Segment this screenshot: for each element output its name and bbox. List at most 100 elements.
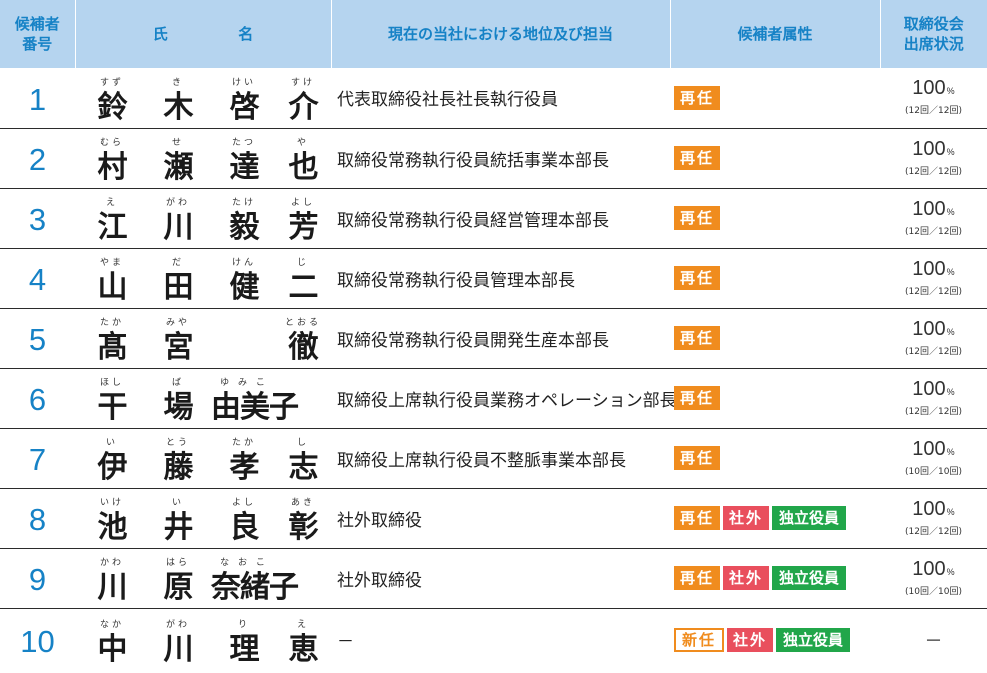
name-part: とう 藤 [145,438,211,487]
name-kanji: 宮 [163,330,194,365]
name-kanji: 也 [288,150,319,185]
attribute-badge: 再任 [674,206,721,230]
attribute-badge: 独立役員 [776,627,851,652]
name-part: かわ 川 [79,558,145,607]
name-part: や 也 [277,138,329,187]
candidate-number: 8 [28,502,47,537]
candidate-position: 取締役常務執行役員経営管理本部長 [337,210,609,231]
candidate-name: ほし 干 ば 場 ゆ み こ 由美子 [75,368,331,428]
name-ruby: せ [171,138,184,148]
table-row: 8 いけ 池 い 井 よし 良 あき 彰 社外取締役 再任 社外 独立役員 100%… [0,488,987,548]
name-ruby: し [296,438,309,448]
attendance-percent: 100 [912,317,946,340]
name-kanji: 理 [229,631,260,667]
candidate-position: 取締役常務執行役員開発生産本部長 [337,330,609,351]
attendance-rate: 100% [880,498,987,523]
name-part: がわ 川 [145,198,211,247]
header-name-family: 氏 [152,25,168,43]
name-ruby: すけ [290,77,315,88]
name-ruby: むら [99,138,124,148]
name-part: たか 孝 [211,438,277,487]
attendance-unit: % [946,266,955,277]
name-part [211,356,277,367]
name-ruby: すず [99,77,124,88]
name-part: え 恵 [277,620,329,669]
name-ruby: ば [171,378,184,388]
attendance-percent: 100 [912,377,946,400]
candidate-attributes: 再任 社外 独立役員 [670,488,880,548]
name-part [277,596,329,607]
name-part: い 井 [145,498,211,547]
attendance-percent: 100 [912,77,946,100]
table-row: 5 たか 髙 みや 宮 とおる 徹 取締役常務執行役員開発生産本部長 再任 10… [0,308,987,368]
attendance-detail: (12回／12回) [905,406,962,417]
name-ruby: じ [296,258,309,268]
name-ruby [277,596,329,607]
name-kanji: 彰 [288,510,319,545]
name-ruby: とおる [284,318,321,328]
name-kanji: 田 [163,270,194,305]
candidate-position: － [337,632,354,653]
attendance-dash: － [924,630,943,652]
name-kanji: 二 [288,270,319,305]
name-ruby: たつ [231,138,256,148]
name-kanji: 恵 [288,631,319,667]
name-part: いけ 池 [79,498,145,547]
attendance-rate: 100% [880,138,987,163]
attendance-percent: 100 [912,557,946,580]
table-row: 1 すず 鈴 き 木 けい 啓 すけ 介 代表取締役社長社長執行役員 再任 10… [0,68,987,128]
attendance-detail: (12回／12回) [905,526,962,537]
attendance-detail: (12回／12回) [905,346,962,357]
attribute-badge: 社外 [723,506,770,530]
name-part: すけ 介 [277,78,329,127]
name-kanji: 江 [97,210,128,245]
candidate-attributes: 再任 [670,308,880,368]
candidate-attendance: 100% (12回／12回) [880,128,987,188]
attribute-badge: 独立役員 [772,506,847,530]
name-ruby: なか [99,619,124,630]
name-ruby: たか [231,438,256,448]
attendance-percent: 100 [912,497,946,520]
name-kanji: 志 [288,450,319,485]
candidate-number: 5 [28,322,47,357]
name-kanji: 井 [163,510,194,545]
table-header: 候補者 番号 氏 名 現在の当社における地位及び担当 候補者属性 取締役会 出席… [0,0,987,68]
name-ruby: やま [99,258,124,268]
table-row: 3 え 江 がわ 川 たけ 毅 よし 芳 取締役常務執行役員経営管理本部長 再任… [0,188,987,248]
name-part: よし 良 [211,498,277,547]
name-kanji: 川 [97,570,128,605]
candidate-attributes: 再任 [670,128,880,188]
attendance-rate: 100% [880,77,987,102]
name-part: がわ 川 [145,620,211,669]
attribute-badge: 再任 [674,506,721,530]
name-ruby: がわ [165,198,190,208]
attendance-unit: % [946,206,955,217]
name-part: けい 啓 [211,78,277,127]
candidate-attendance: 100% (12回／12回) [880,68,987,128]
candidate-table: 候補者 番号 氏 名 現在の当社における地位及び担当 候補者属性 取締役会 出席… [0,0,987,671]
name-part: けん 健 [211,258,277,307]
name-kanji: 川 [163,210,194,245]
table-row: 7 い 伊 とう 藤 たか 孝 し 志 取締役上席執行役員不整脈事業本部長 再任… [0,428,987,488]
header-position: 現在の当社における地位及び担当 [330,0,670,68]
name-ruby: り [237,619,250,630]
attendance-unit: % [946,446,955,457]
attendance-unit: % [946,386,955,397]
name-part: じ 二 [277,258,329,307]
name-kanji: 中 [97,631,128,667]
candidate-attributes: 再任 社外 独立役員 [670,548,880,608]
candidate-attributes: 再任 [670,188,880,248]
table-row: 2 むら 村 せ 瀬 たつ 達 や 也 取締役常務執行役員統括事業本部長 再任 … [0,128,987,188]
name-kanji: 孝 [229,450,260,485]
candidate-attendance: 100% (12回／12回) [880,248,987,308]
name-part: せ 瀬 [145,138,211,187]
candidate-position: 代表取締役社長社長執行役員 [337,90,558,111]
candidate-name: い 伊 とう 藤 たか 孝 し 志 [75,428,331,488]
candidate-position: 社外取締役 [337,510,422,531]
attendance-rate: 100% [880,558,987,583]
candidate-attendance: 100% (12回／12回) [880,488,987,548]
table-row: 4 やま 山 だ 田 けん 健 じ 二 取締役常務執行役員管理本部長 再任 10… [0,248,987,308]
name-kanji: 達 [229,150,260,185]
candidate-name: いけ 池 い 井 よし 良 あき 彰 [75,488,331,548]
attendance-rate: 100% [880,198,987,223]
